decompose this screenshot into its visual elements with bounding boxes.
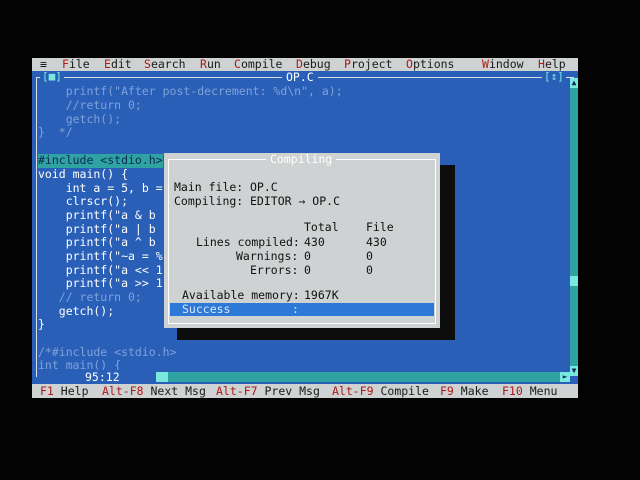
main-file-label: Main file: bbox=[174, 180, 244, 194]
available-memory-label: Available memory: bbox=[182, 288, 300, 302]
menu-project[interactable]: Project bbox=[344, 58, 392, 71]
errors-label: Errors: bbox=[250, 263, 299, 277]
result-bar: Success : bbox=[170, 303, 434, 316]
code-line: } bbox=[38, 317, 45, 331]
code-line: // return 0; bbox=[38, 290, 142, 304]
result-text: Success bbox=[182, 302, 231, 316]
menu-compile[interactable]: Compile bbox=[234, 58, 282, 71]
editor-frame-left bbox=[36, 77, 37, 377]
status-next-msg[interactable]: Alt-F8 Next Msg bbox=[102, 384, 206, 398]
compiling-label: Compiling: bbox=[174, 194, 244, 208]
status-menu[interactable]: F10 Menu bbox=[502, 384, 557, 398]
warnings-total: 0 bbox=[304, 249, 311, 263]
dialog-title: Compiling bbox=[266, 153, 337, 165]
horizontal-scrollbar[interactable]: ► bbox=[156, 372, 570, 382]
column-file-header: File bbox=[366, 220, 394, 234]
errors-total: 0 bbox=[304, 263, 311, 277]
status-help[interactable]: F1 Help bbox=[40, 384, 89, 398]
errors-file: 0 bbox=[366, 263, 373, 277]
status-bar: F1 Help Alt-F8 Next Msg Alt-F7 Prev Msg … bbox=[32, 384, 578, 398]
horizontal-scroll-thumb[interactable] bbox=[156, 372, 168, 382]
cursor-position: 95:12 bbox=[82, 370, 123, 384]
lines-compiled-total: 430 bbox=[304, 235, 325, 249]
menu-window[interactable]: Window bbox=[482, 58, 524, 71]
code-line: void main() { bbox=[38, 167, 129, 181]
vertical-scroll-thumb[interactable] bbox=[570, 276, 578, 286]
vertical-scrollbar[interactable]: ▲ ▼ bbox=[570, 78, 578, 376]
close-window-icon[interactable]: [■] bbox=[40, 71, 64, 83]
code-line: //return 0; bbox=[38, 98, 142, 112]
menu-run[interactable]: Run bbox=[200, 58, 221, 71]
result-separator: : bbox=[292, 302, 299, 316]
menu-edit[interactable]: Edit bbox=[104, 58, 132, 71]
code-line: printf("a & b bbox=[38, 208, 156, 222]
column-total-header: Total bbox=[304, 220, 339, 234]
main-file-value: OP.C bbox=[250, 180, 278, 194]
warnings-file: 0 bbox=[366, 249, 373, 263]
code-line: clrscr(); bbox=[38, 194, 129, 208]
compiling-value: EDITOR → OP.C bbox=[250, 194, 341, 208]
status-compile[interactable]: Alt-F9 Compile bbox=[332, 384, 429, 398]
code-line-current: #include <stdio.h> bbox=[38, 153, 163, 168]
available-memory-value: 1967K bbox=[304, 288, 339, 302]
warnings-label: Warnings: bbox=[236, 249, 299, 263]
editor-window-title: OP.C bbox=[282, 71, 318, 83]
code-line: getch(); bbox=[38, 304, 115, 318]
scroll-up-icon[interactable]: ▲ bbox=[570, 78, 578, 88]
code-line: } */ bbox=[38, 125, 73, 139]
turbo-c-ide-screen: ≡ File Edit Search Run Compile Debug Pro… bbox=[32, 58, 578, 398]
code-line: printf("a ^ b bbox=[38, 235, 156, 249]
scroll-right-icon[interactable]: ► bbox=[560, 372, 570, 382]
menu-file[interactable]: File bbox=[62, 58, 90, 71]
status-make[interactable]: F9 Make bbox=[440, 384, 489, 398]
compiling-dialog: Compiling Main file: OP.C Compiling: EDI… bbox=[164, 153, 440, 328]
menu-options[interactable]: Options bbox=[406, 58, 454, 71]
code-line: printf("a >> 1 bbox=[38, 276, 163, 290]
editor-frame-bottom: 95:12 ► bbox=[32, 370, 578, 384]
code-line: printf("After post-decrement: %d\n", a); bbox=[38, 84, 343, 98]
lines-compiled-label: Lines compiled: bbox=[196, 235, 300, 249]
status-prev-msg[interactable]: Alt-F7 Prev Msg bbox=[216, 384, 320, 398]
zoom-window-icon[interactable]: [↕] bbox=[542, 71, 566, 83]
menu-search[interactable]: Search bbox=[144, 58, 186, 71]
code-line: printf("~a = % bbox=[38, 249, 163, 263]
lines-compiled-file: 430 bbox=[366, 235, 387, 249]
